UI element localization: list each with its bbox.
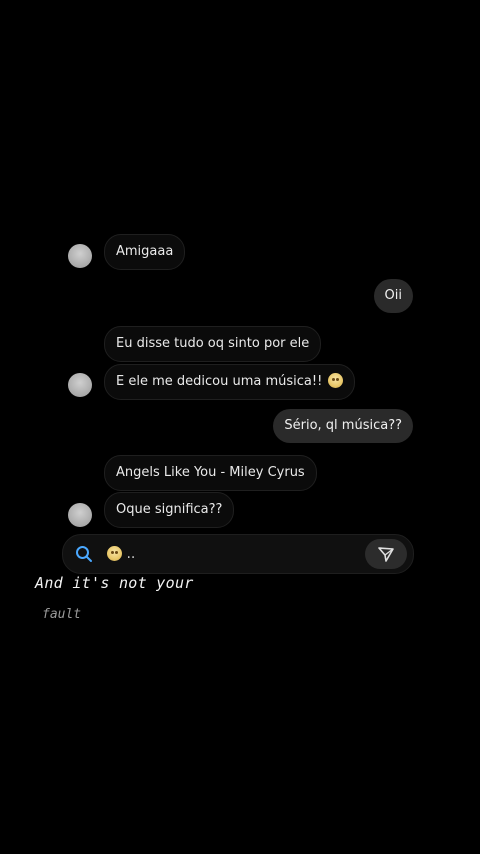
incoming-message[interactable]: E ele me dedicou uma música!! bbox=[104, 364, 356, 400]
lyric-line-1: And it's not your bbox=[35, 574, 194, 592]
send-icon bbox=[378, 547, 394, 562]
message-text: Amigaaa bbox=[116, 244, 174, 259]
message-text: Oque significa?? bbox=[116, 502, 223, 517]
pleading-face-emoji-icon bbox=[328, 373, 344, 388]
message-composer[interactable]: .. bbox=[62, 534, 414, 574]
outgoing-message[interactable]: Sério, ql música?? bbox=[273, 409, 413, 443]
message-text: Sério, ql música?? bbox=[284, 418, 402, 433]
contact-avatar[interactable] bbox=[68, 503, 92, 527]
incoming-message[interactable]: Amigaaa bbox=[104, 234, 186, 270]
message-text: Angels Like You - Miley Cyrus bbox=[116, 465, 305, 480]
contact-avatar[interactable] bbox=[68, 373, 92, 397]
message-input[interactable]: .. bbox=[105, 535, 135, 573]
message-text: Eu disse tudo oq sinto por ele bbox=[116, 336, 310, 351]
message-input-text: .. bbox=[126, 546, 136, 562]
incoming-message[interactable]: Angels Like You - Miley Cyrus bbox=[104, 455, 317, 491]
outgoing-message[interactable]: Oii bbox=[373, 279, 413, 313]
send-button[interactable] bbox=[365, 539, 407, 569]
incoming-message[interactable]: Eu disse tudo oq sinto por ele bbox=[104, 326, 322, 362]
search-icon[interactable] bbox=[75, 545, 93, 563]
message-text: E ele me dedicou uma música!! bbox=[116, 374, 323, 389]
emoji-icon[interactable] bbox=[107, 546, 122, 561]
message-text: Oii bbox=[384, 288, 402, 303]
lyric-line-2: fault bbox=[42, 607, 82, 622]
contact-avatar[interactable] bbox=[68, 244, 92, 268]
incoming-message[interactable]: Oque significa?? bbox=[104, 492, 235, 528]
